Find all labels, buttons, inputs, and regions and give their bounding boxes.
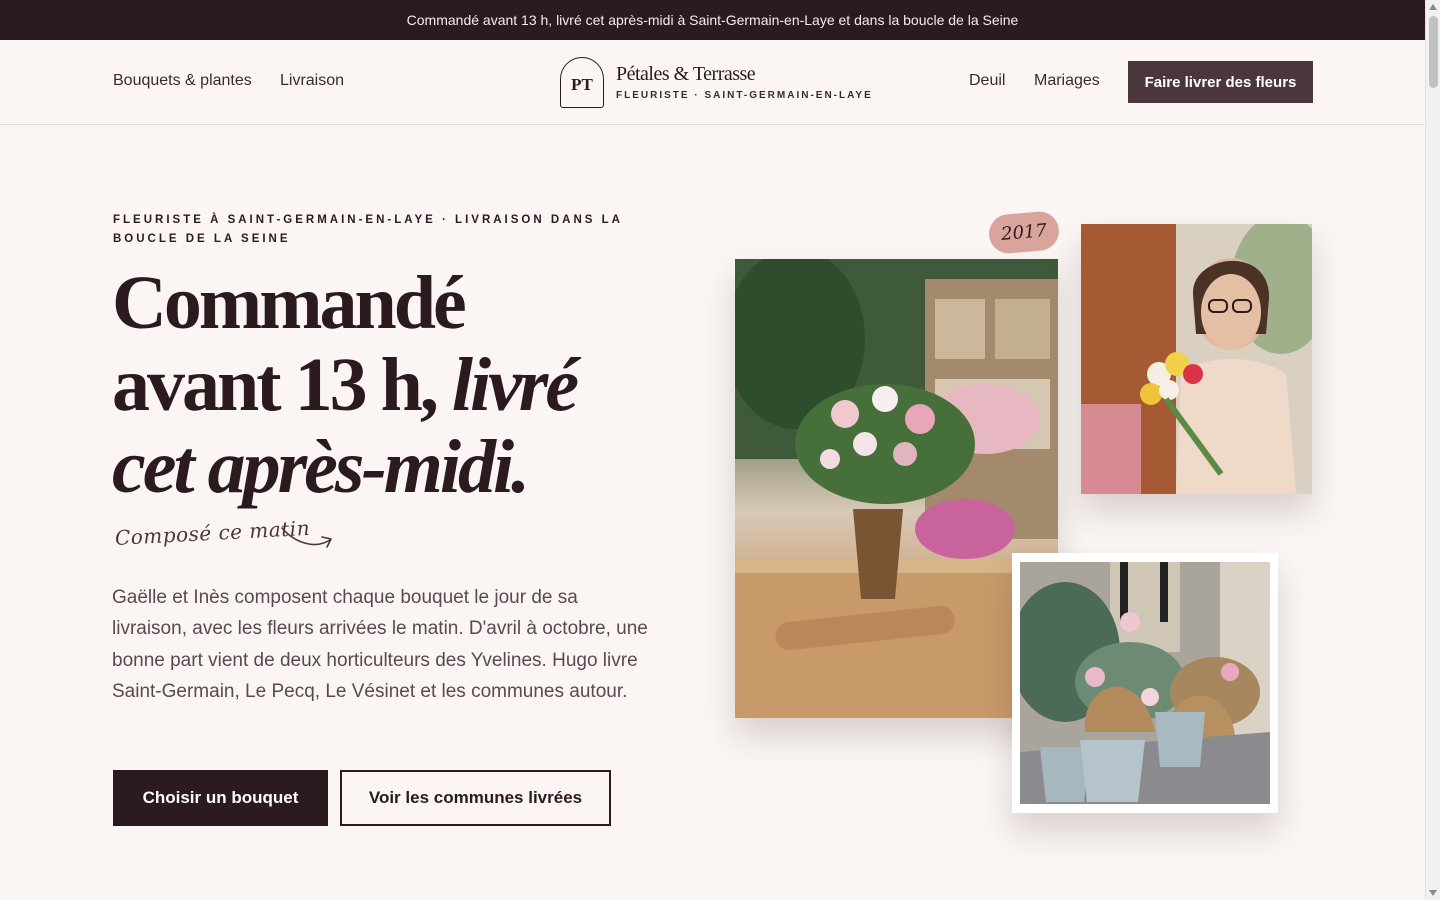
nav-link-deuil[interactable]: Deuil	[969, 72, 1005, 90]
flower-buckets-illustration	[1020, 562, 1270, 804]
headline-line-3: cet après-midi.	[112, 425, 530, 509]
deliver-flowers-button[interactable]: Faire livrer des fleurs	[1128, 61, 1313, 103]
nav-link-bouquets[interactable]: Bouquets & plantes	[113, 72, 252, 90]
shop-bouquet-illustration	[735, 259, 1058, 718]
announcement-text: Commandé avant 13 h, livré cet après-mid…	[406, 12, 1019, 28]
hero-headline: Commandé avant 13 h, livré cet après-mid…	[112, 262, 672, 508]
nav-link-mariages[interactable]: Mariages	[1034, 72, 1100, 90]
scrollbar-thumb[interactable]	[1429, 16, 1438, 88]
hero-eyebrow: FLEURISTE À SAINT-GERMAIN-EN-LAYE · LIVR…	[113, 214, 623, 245]
announcement-bar: Commandé avant 13 h, livré cet après-mid…	[0, 0, 1425, 40]
logo-mark: PT	[560, 56, 604, 108]
logo-name: Pétales & Terrasse	[616, 63, 756, 85]
choose-bouquet-button[interactable]: Choisir un bouquet	[113, 770, 328, 826]
year-badge: 2017	[987, 210, 1061, 255]
florist-portrait-photo	[1081, 224, 1312, 494]
headline-line-2: avant 13 h,	[112, 343, 452, 427]
headline-line-2-italic: livré	[451, 343, 579, 427]
site-logo[interactable]: PT Pétales & Terrasse FLEURISTE · SAINT-…	[560, 56, 873, 108]
shop-bouquet-photo	[735, 259, 1058, 718]
florist-portrait-illustration	[1081, 224, 1312, 494]
nav-link-livraison[interactable]: Livraison	[280, 72, 344, 90]
scroll-down-arrow-icon[interactable]	[1429, 890, 1437, 896]
site-header: Bouquets & plantes Livraison PT Pétales …	[0, 40, 1425, 125]
delivery-areas-button[interactable]: Voir les communes livrées	[340, 770, 611, 826]
flower-buckets-photo	[1020, 562, 1270, 804]
logo-tagline: FLEURISTE · SAINT-GERMAIN-EN-LAYE	[616, 90, 873, 101]
headline-line-1: Commandé	[112, 261, 467, 345]
scroll-up-arrow-icon[interactable]	[1429, 4, 1437, 10]
hero-description: Gaëlle et Inès composent chaque bouquet …	[112, 587, 648, 702]
curved-arrow-icon	[281, 527, 332, 548]
page-scrollbar[interactable]	[1425, 0, 1440, 900]
